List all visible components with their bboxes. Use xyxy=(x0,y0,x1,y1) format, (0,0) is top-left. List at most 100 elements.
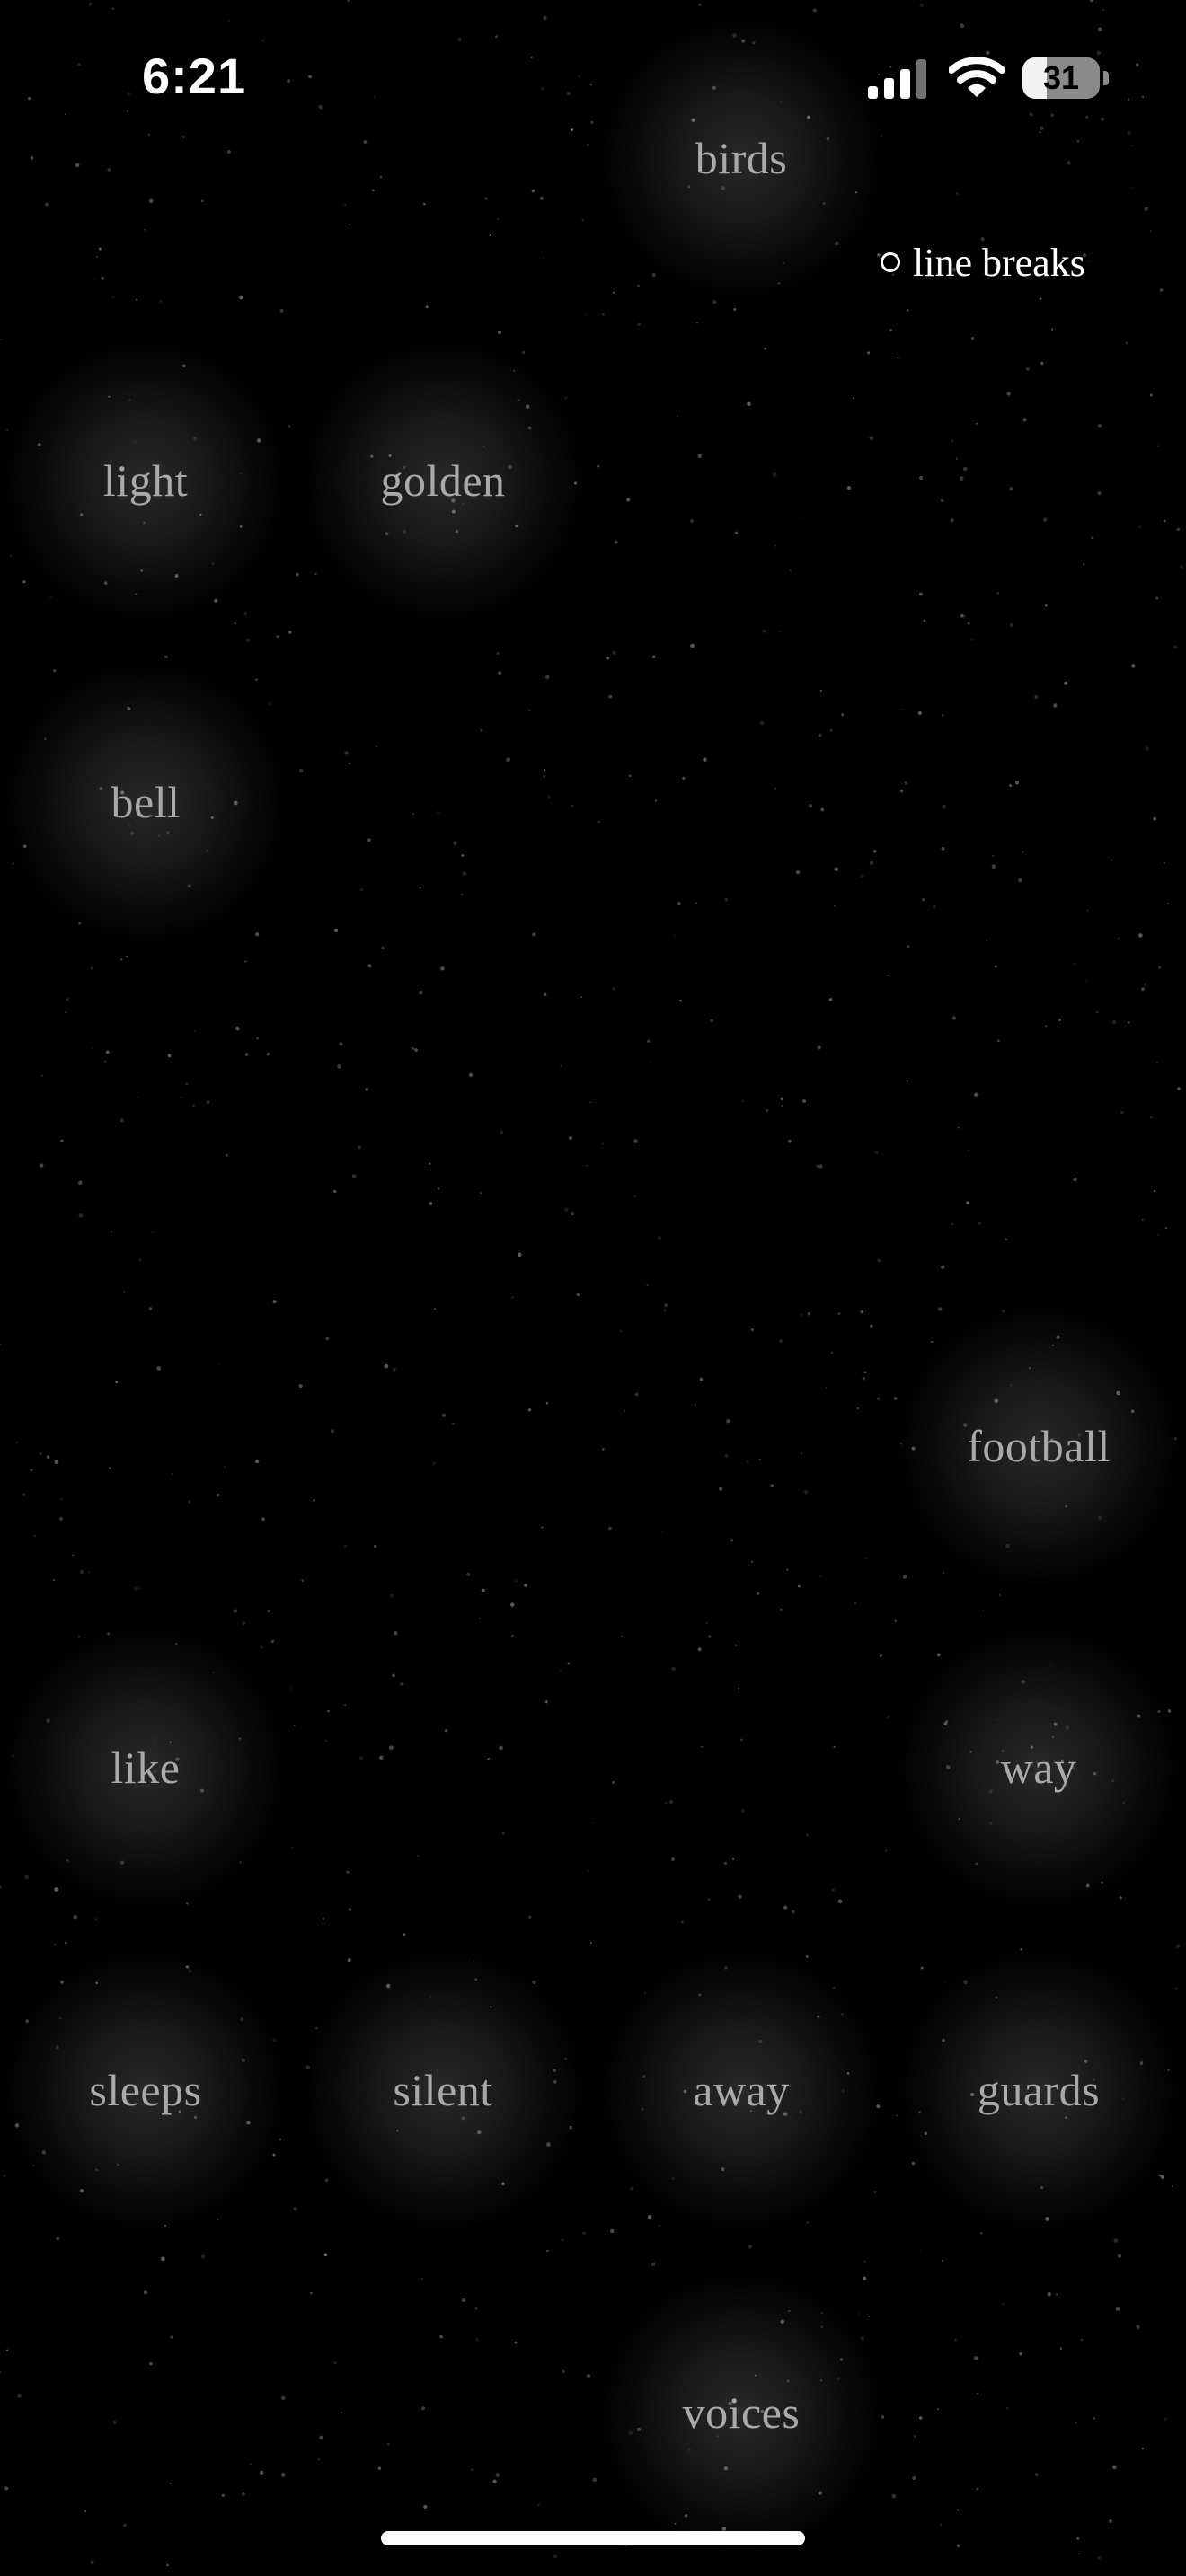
word-bubble-away[interactable]: away xyxy=(597,1946,885,2234)
home-indicator[interactable] xyxy=(381,2531,805,2545)
star-dot xyxy=(288,630,292,634)
star-dot xyxy=(77,63,81,66)
star-dot xyxy=(997,1039,1000,1042)
star-dot xyxy=(560,1064,562,1068)
word-bubble-silent[interactable]: silent xyxy=(299,1946,587,2234)
star-dot xyxy=(812,8,817,13)
star-dot xyxy=(279,308,284,313)
star-dot xyxy=(592,2477,597,2483)
word-bubble-football[interactable]: football xyxy=(895,1302,1182,1590)
star-dot xyxy=(681,1920,684,1924)
star-dot xyxy=(515,1580,517,1582)
star-dot xyxy=(75,163,80,168)
star-dot xyxy=(1080,2338,1084,2342)
star-dot xyxy=(789,569,792,572)
star-dot xyxy=(671,1666,676,1672)
star-dot xyxy=(217,2218,219,2220)
star-dot xyxy=(703,757,707,762)
star-dot xyxy=(1149,230,1152,233)
star-dot xyxy=(522,351,526,355)
star-dot xyxy=(634,1392,639,1397)
star-dot xyxy=(308,75,312,79)
star-dot xyxy=(0,1343,1,1345)
star-dot xyxy=(147,133,150,136)
star-dot xyxy=(1034,695,1039,699)
star-dot xyxy=(474,2307,478,2311)
star-dot xyxy=(601,1447,605,1451)
star-dot xyxy=(951,1222,954,1225)
word-bubble-like[interactable]: like xyxy=(2,1624,289,1911)
word-bubble-light[interactable]: light xyxy=(2,337,289,624)
star-dot xyxy=(705,1621,708,1624)
word-bubble-golden[interactable]: golden xyxy=(299,337,587,624)
word-bubble-way[interactable]: way xyxy=(895,1624,1182,1911)
star-dot xyxy=(400,1682,403,1686)
star-dot xyxy=(200,2254,206,2259)
star-dot xyxy=(423,2505,428,2509)
star-dot xyxy=(28,97,31,101)
star-dot xyxy=(651,655,656,659)
star-dot xyxy=(111,7,114,10)
star-dot xyxy=(582,2231,586,2236)
star-dot xyxy=(358,1145,361,1150)
word-bubble-voices[interactable]: voices xyxy=(597,2269,885,2556)
star-dot xyxy=(1157,1233,1160,1237)
star-dot xyxy=(884,1849,887,1852)
star-dot xyxy=(886,1715,890,1719)
star-dot xyxy=(489,234,491,237)
star-dot xyxy=(422,202,426,206)
star-dot xyxy=(862,1376,866,1381)
radio-circle-icon[interactable] xyxy=(881,252,900,272)
star-dot xyxy=(497,217,499,220)
star-dot xyxy=(108,1467,111,1469)
star-dot xyxy=(371,189,375,192)
star-dot xyxy=(834,904,836,907)
star-dot xyxy=(1009,784,1013,788)
star-dot xyxy=(977,1221,982,1226)
star-dot xyxy=(710,1019,714,1023)
star-dot xyxy=(637,284,641,288)
star-dot xyxy=(276,635,279,639)
star-dot xyxy=(589,83,592,85)
line-breaks-toggle[interactable]: line breaks xyxy=(881,235,1085,289)
star-dot xyxy=(218,1363,221,1366)
star-dot xyxy=(774,787,777,790)
star-dot xyxy=(1157,966,1162,969)
star-dot xyxy=(393,1368,396,1372)
star-dot xyxy=(104,1060,107,1063)
star-dot xyxy=(1143,983,1147,986)
star-dot xyxy=(1176,1944,1181,1948)
star-dot xyxy=(30,1469,33,1472)
word-bubble-sleeps[interactable]: sleeps xyxy=(2,1946,289,2234)
star-dot xyxy=(171,1473,173,1476)
word-bubble-guards[interactable]: guards xyxy=(895,1946,1182,2234)
star-dot xyxy=(1097,2556,1102,2560)
star-dot xyxy=(475,2337,480,2342)
word-bubble-birds[interactable]: birds xyxy=(597,14,885,302)
word-label: like xyxy=(111,1742,181,1793)
star-dot xyxy=(570,128,573,131)
star-dot xyxy=(389,1593,394,1598)
star-dot xyxy=(1163,861,1166,864)
star-dot xyxy=(60,1139,64,1142)
star-dot xyxy=(673,934,676,937)
star-dot xyxy=(466,1572,471,1576)
star-dot xyxy=(937,1307,943,1311)
star-dot xyxy=(1076,2536,1080,2540)
star-dot xyxy=(707,1898,711,1901)
star-dot xyxy=(633,1195,637,1198)
star-dot xyxy=(580,996,583,999)
star-dot xyxy=(682,776,686,781)
star-dot xyxy=(492,2479,497,2483)
star-dot xyxy=(227,149,231,154)
star-dot xyxy=(468,1072,474,1078)
star-dot xyxy=(541,1526,544,1529)
star-dot xyxy=(451,1422,455,1425)
star-dot xyxy=(870,860,874,865)
star-dot xyxy=(243,612,248,616)
word-bubble-bell[interactable]: bell xyxy=(2,658,289,946)
star-dot xyxy=(105,1050,110,1054)
star-dot xyxy=(224,1466,226,1468)
star-dot xyxy=(957,1126,960,1129)
star-dot xyxy=(1115,2307,1120,2311)
